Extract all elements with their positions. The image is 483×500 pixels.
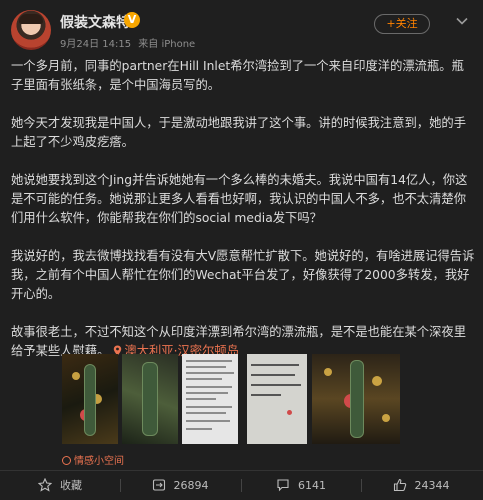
follow-button[interactable]: +关注 [374,14,430,34]
post-paragraph: 一个多月前，同事的partner在Hill Inlet希尔湾捡到了一个来自印度洋… [11,59,464,92]
action-bar: 收藏 26894 6141 24344 [0,471,483,500]
thumbs-up-icon [393,478,406,492]
post-paragraph: 我说好的，我去微博找找看有没有大V愿意帮忙扩散下。她说好的，有啥进展记得告诉我，… [11,249,475,301]
username[interactable]: 假装文森特 [60,12,130,32]
post-timestamp[interactable]: 9月24日 14:15 [60,39,131,50]
comment-icon [277,479,289,492]
post-body: 一个多月前，同事的partner在Hill Inlet希尔湾捡到了一个来自印度洋… [11,57,475,361]
avatar[interactable] [11,10,51,50]
post-paragraph: 她今天才发现我是中国人，于是激动地跟我讲了这个事。讲的时候我注意到，她的手上起了… [11,116,466,149]
photo-thumbnail[interactable] [247,354,307,444]
post-paragraph: 她说她要找到这个Jing并告诉她她有一个多么棒的未婚夫。我说中国有14亿人，你这… [11,173,468,225]
comment-count: 6141 [298,479,326,492]
like-button[interactable]: 24344 [361,471,481,500]
favorite-label: 收藏 [60,479,82,492]
photo-thumbnail[interactable] [182,354,238,444]
repost-icon [152,479,165,491]
photo-thumbnail[interactable] [122,354,178,444]
favorite-button[interactable]: 收藏 [0,471,120,500]
story-tag-label: 情感小空间 [74,456,124,467]
post-meta: 9月24日 14:15 来自 iPhone [60,35,195,50]
story-tag-link[interactable]: 情感小空间 [62,452,124,467]
photo-thumbnail[interactable] [312,354,400,444]
like-count: 24344 [414,479,450,492]
star-icon [38,478,52,492]
post-header: 假装文森特 V 9月24日 14:15 来自 iPhone +关注 [0,0,483,56]
photo-grid [62,354,400,444]
story-circle-icon [62,456,71,465]
post-source: 来自 iPhone [138,39,196,50]
repost-count: 26894 [173,479,209,492]
chevron-down-icon[interactable] [455,14,469,28]
verified-badge-icon: V [124,12,140,28]
photo-thumbnail[interactable] [62,354,118,444]
comment-button[interactable]: 6141 [241,471,361,500]
repost-button[interactable]: 26894 [120,471,240,500]
